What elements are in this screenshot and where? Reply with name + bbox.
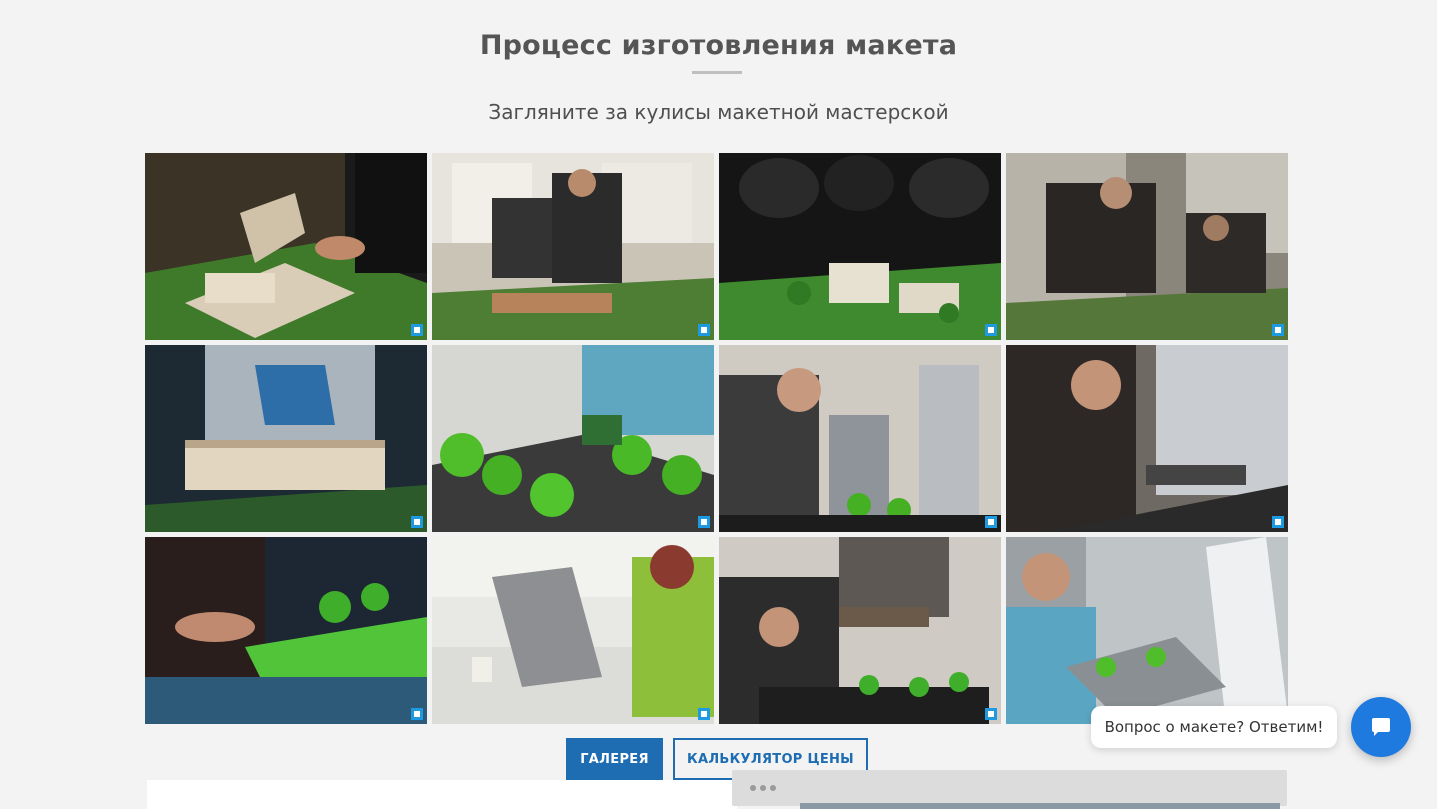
chat-open-button[interactable] (1351, 697, 1411, 757)
gallery-photo-7[interactable] (719, 345, 1001, 532)
watermark-icon (698, 516, 710, 528)
section-subtitle: Загляните за кулисы макетной мастерской (488, 100, 949, 124)
gallery-photo-11[interactable] (719, 537, 1001, 724)
chat-prompt-bubble[interactable]: Вопрос о макете? Ответим! (1091, 706, 1337, 748)
gallery-photo-4[interactable] (1006, 153, 1288, 340)
partial-image-strip (800, 803, 1280, 809)
watermark-icon (985, 324, 997, 336)
watermark-icon (1272, 324, 1284, 336)
typing-dots-icon (750, 785, 776, 791)
watermark-icon (411, 708, 423, 720)
watermark-icon (698, 324, 710, 336)
content-panel (147, 780, 737, 809)
watermark-icon (411, 516, 423, 528)
gallery-photo-1[interactable] (145, 153, 427, 340)
gallery-button[interactable]: ГАЛЕРЕЯ (566, 738, 663, 780)
gallery-photo-10[interactable] (432, 537, 714, 724)
watermark-icon (1272, 516, 1284, 528)
loading-bar (732, 770, 1287, 806)
title-divider (692, 71, 742, 74)
gallery-photo-12[interactable] (1006, 537, 1288, 724)
gallery-photo-9[interactable] (145, 537, 427, 724)
watermark-icon (698, 708, 710, 720)
section-title: Процесс изготовления макета (479, 30, 958, 61)
watermark-icon (985, 708, 997, 720)
gallery-photo-5[interactable] (145, 345, 427, 532)
gallery-photo-8[interactable] (1006, 345, 1288, 532)
chat-bubble-icon (1372, 718, 1390, 736)
gallery-photo-2[interactable] (432, 153, 714, 340)
gallery-photo-3[interactable] (719, 153, 1001, 340)
photo-gallery (145, 153, 1288, 724)
watermark-icon (985, 516, 997, 528)
gallery-photo-6[interactable] (432, 345, 714, 532)
watermark-icon (411, 324, 423, 336)
